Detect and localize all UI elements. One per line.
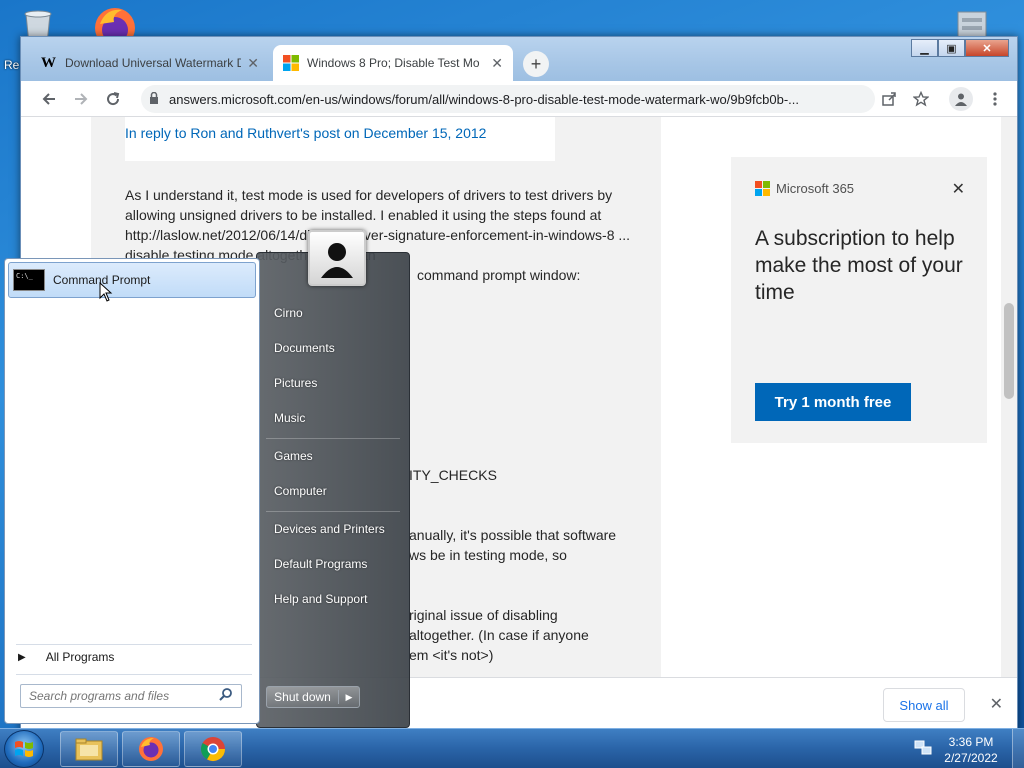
- article-text-fragment: riginal issue of disabling: [409, 607, 558, 623]
- shutdown-button[interactable]: Shut down ▶: [266, 686, 360, 708]
- profile-icon[interactable]: [949, 87, 973, 111]
- taskbar-chrome-button[interactable]: [184, 731, 242, 767]
- recycle-bin-label: Re: [4, 58, 20, 72]
- user-avatar[interactable]: [308, 230, 366, 286]
- article-text-fragment: ws be in testing mode, so: [409, 547, 567, 563]
- search-icon[interactable]: [219, 687, 233, 706]
- start-link-pictures[interactable]: Pictures: [274, 376, 317, 390]
- wikipedia-favicon-icon: W: [41, 55, 56, 71]
- window-controls: ▁ ▣ ✕: [911, 39, 1009, 57]
- share-icon[interactable]: [877, 87, 901, 111]
- firefox-icon: [139, 737, 163, 761]
- back-icon[interactable]: [37, 87, 61, 111]
- all-programs-item[interactable]: ▶ All Programs: [18, 650, 114, 664]
- start-search-input[interactable]: [29, 689, 215, 703]
- show-all-button[interactable]: Show all: [883, 688, 965, 722]
- clock-time: 3:36 PM: [948, 735, 994, 749]
- show-desktop-button[interactable]: [1012, 729, 1024, 768]
- tab-title: Windows 8 Pro; Disable Test Mo: [307, 56, 480, 70]
- start-link-computer[interactable]: Computer: [274, 484, 327, 498]
- menu-icon[interactable]: [983, 87, 1007, 111]
- command-prompt-item[interactable]: C:\_ Command Prompt: [8, 262, 256, 298]
- network-icon[interactable]: [914, 739, 932, 762]
- close-tab-icon[interactable]: ✕: [247, 55, 259, 72]
- page-scrollbar[interactable]: [1001, 117, 1017, 679]
- new-tab-button[interactable]: +: [523, 51, 549, 77]
- start-link-help-support[interactable]: Help and Support: [274, 592, 367, 606]
- triangle-right-icon: ▶: [18, 651, 26, 663]
- divider: [266, 438, 400, 439]
- lock-icon: [149, 91, 159, 107]
- maximize-button[interactable]: ▣: [938, 39, 965, 57]
- clock-date: 2/27/2022: [944, 751, 998, 765]
- chrome-icon: [200, 737, 225, 762]
- start-link-games[interactable]: Games: [274, 449, 313, 463]
- article-text-fragment: ITY_CHECKS: [409, 467, 497, 483]
- reload-icon[interactable]: [101, 87, 125, 111]
- tab-download-watermark[interactable]: W Download Universal Watermark D ✕: [31, 45, 269, 81]
- url-text: answers.microsoft.com/en-us/windows/foru…: [169, 91, 799, 107]
- taskbar-explorer-button[interactable]: [60, 731, 118, 767]
- bookmark-star-icon[interactable]: [909, 87, 933, 111]
- forward-icon[interactable]: [69, 87, 93, 111]
- scrollbar-thumb[interactable]: [1004, 303, 1014, 399]
- divider: [16, 674, 252, 675]
- close-tab-icon[interactable]: ✕: [491, 55, 503, 72]
- close-window-button[interactable]: ✕: [965, 39, 1009, 57]
- start-button[interactable]: [4, 730, 44, 768]
- close-ad-icon[interactable]: ✕: [952, 179, 965, 199]
- taskbar-firefox-button[interactable]: [122, 731, 180, 767]
- start-link-cirno[interactable]: Cirno: [274, 306, 303, 320]
- start-menu: C:\_ Command Prompt ▶ All Programs Cirno…: [0, 230, 410, 728]
- shutdown-options-arrow-icon[interactable]: ▶: [339, 692, 359, 703]
- divider: [266, 511, 400, 512]
- microsoft-favicon-icon: [283, 55, 299, 71]
- system-clock[interactable]: 3:36 PM 2/27/2022: [938, 734, 1004, 766]
- ad-headline: A subscription to help make the most of …: [755, 227, 963, 304]
- microsoft-365-ad: Microsoft 365 ✕ A subscription to help m…: [731, 157, 987, 443]
- minimize-button[interactable]: ▁: [911, 39, 938, 57]
- start-link-documents[interactable]: Documents: [274, 341, 335, 355]
- folder-icon: [75, 738, 103, 761]
- taskbar: 3:36 PM 2/27/2022: [0, 728, 1024, 768]
- microsoft-logo-icon: [755, 181, 770, 196]
- shutdown-label[interactable]: Shut down: [267, 690, 339, 704]
- start-link-music[interactable]: Music: [274, 411, 305, 425]
- article-text-fragment: em <it's not>): [409, 647, 494, 663]
- tab-windows8-test-mode[interactable]: Windows 8 Pro; Disable Test Mo ✕: [273, 45, 513, 81]
- start-search-box[interactable]: [20, 684, 242, 708]
- command-prompt-icon: C:\_: [13, 269, 45, 291]
- ad-logo: Microsoft 365: [755, 181, 854, 196]
- reply-link[interactable]: In reply to Ron and Ruthvert's post on D…: [125, 123, 545, 143]
- article-text-fragment: command prompt window:: [417, 267, 581, 283]
- close-download-bar-icon[interactable]: ✕: [990, 694, 1003, 714]
- all-programs-label: All Programs: [45, 650, 115, 664]
- address-bar[interactable]: answers.microsoft.com/en-us/windows/foru…: [141, 85, 875, 113]
- article-text-fragment: anually, it's possible that software: [409, 527, 617, 543]
- mouse-cursor-icon: [99, 281, 113, 307]
- tab-title: Download Universal Watermark D: [65, 56, 242, 70]
- article-text-fragment: altogether. (In case if anyone: [409, 627, 589, 643]
- start-link-devices-printers[interactable]: Devices and Printers: [274, 522, 385, 536]
- try-free-button[interactable]: Try 1 month free: [755, 383, 911, 421]
- start-link-default-programs[interactable]: Default Programs: [274, 557, 367, 571]
- divider: [16, 644, 252, 645]
- ad-brand: Microsoft 365: [776, 181, 855, 196]
- browser-toolbar: answers.microsoft.com/en-us/windows/foru…: [21, 81, 1017, 117]
